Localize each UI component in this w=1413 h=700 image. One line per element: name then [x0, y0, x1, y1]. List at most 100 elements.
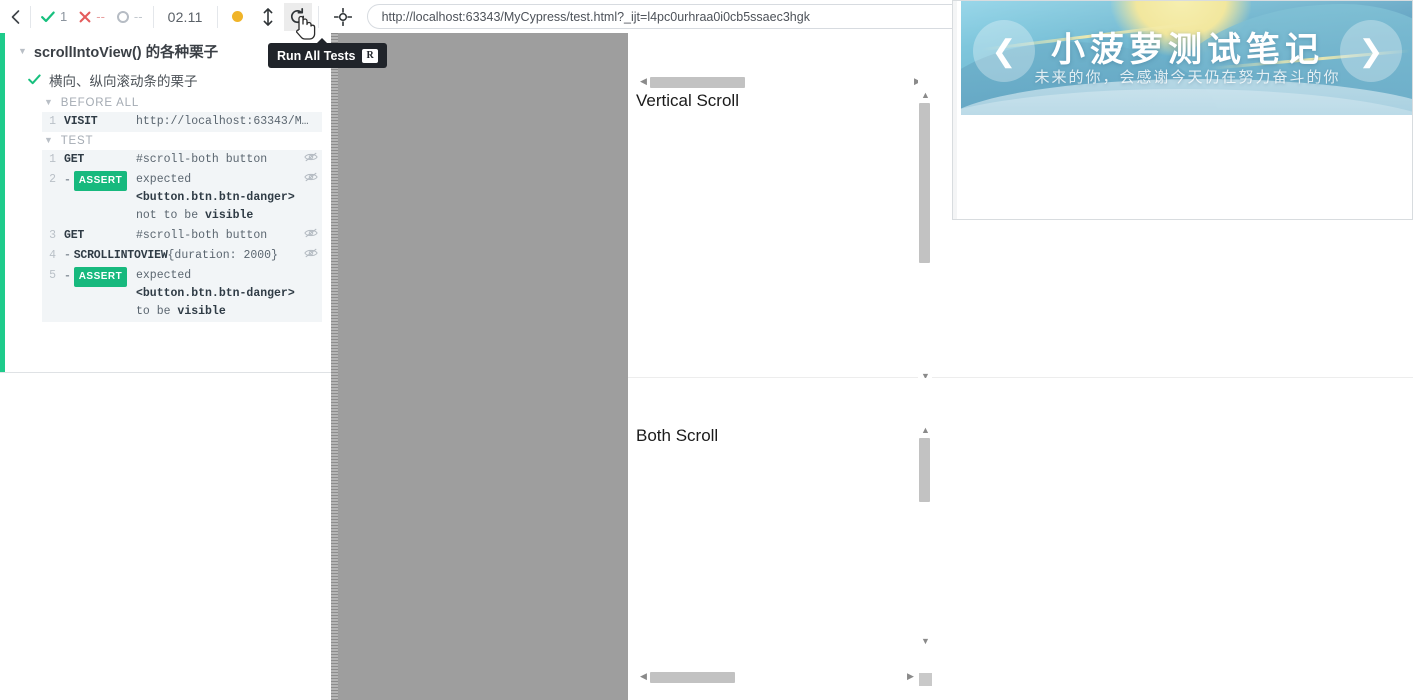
- hook-before-all-text: BEFORE ALL: [60, 97, 140, 109]
- runner-controls: [218, 0, 318, 33]
- chevron-right-icon: ❯: [1358, 34, 1384, 68]
- reload-icon: [291, 8, 305, 24]
- horizontal-scroll-thumb[interactable]: [650, 672, 735, 683]
- test-reporter-panel: ▼ scrollIntoView() 的各种栗子 横向、纵向滚动条的栗子 ▼ B…: [0, 33, 332, 373]
- test-command-list: 1 GET #scroll-both button 2 -ASSERT exp: [42, 150, 322, 322]
- scroll-right-arrow-icon[interactable]: ▶: [906, 672, 915, 681]
- tooltip-label: Run All Tests: [277, 48, 356, 63]
- chevron-down-icon: ▼: [18, 45, 27, 56]
- horizontal-scroll-thumb[interactable]: [650, 77, 745, 88]
- command-name: - SCROLLINTOVIEW: [64, 249, 168, 262]
- carousel-banner: 小菠萝测试笔记 未来的你，会感谢今天仍在努力奋斗的你 ❮ ❯: [961, 1, 1412, 115]
- both-section-horizontal-scrollbar[interactable]: ◀ ▶: [636, 670, 919, 684]
- child-command-dash: -: [64, 270, 71, 283]
- both-section-vertical-scrollbar[interactable]: ▲ ▼: [918, 426, 932, 694]
- command-row[interactable]: 4 - SCROLLINTOVIEW {duration: 2000}: [42, 246, 322, 266]
- command-number: 4: [49, 249, 56, 262]
- command-name: - ASSERT: [64, 267, 136, 287]
- child-command-dash: -: [64, 249, 71, 262]
- auto-scroll-toggle-button[interactable]: [254, 3, 282, 31]
- elapsed-timer: 02.11: [167, 8, 203, 25]
- command-visibility-icon[interactable]: [300, 151, 322, 169]
- suite-status-bar: [0, 33, 5, 372]
- command-number: 3: [49, 229, 56, 242]
- auto-scroll-status-button[interactable]: [224, 3, 252, 31]
- child-command-dash: -: [64, 174, 71, 187]
- chevron-down-icon: ▼: [44, 97, 54, 107]
- vertical-scroll-thumb[interactable]: [919, 103, 930, 263]
- banner-overlay-panel: 小菠萝测试笔记 未来的你，会感谢今天仍在努力奋斗的你 ❮ ❯: [952, 0, 1413, 220]
- arrows-vertical-icon: [263, 7, 272, 26]
- command-row[interactable]: 5 - ASSERT expected <button.btn.btn-dange…: [42, 266, 322, 322]
- vertical-section-vertical-scrollbar[interactable]: ▲ ▼: [918, 71, 932, 381]
- restart-tests-button[interactable]: [283, 2, 312, 31]
- amber-dot-icon: [232, 11, 244, 22]
- test-stats: 1 -- --: [31, 0, 153, 33]
- test-item-title: 横向、纵向滚动条的栗子: [49, 74, 198, 89]
- suite-root-title: scrollIntoView() 的各种栗子: [33, 45, 219, 61]
- scroll-up-arrow-icon[interactable]: ▲: [921, 91, 930, 100]
- command-message: expected <button.btn.btn-danger> not to …: [136, 173, 295, 222]
- stat-pending: --: [116, 9, 143, 24]
- vertical-scroll-thumb[interactable]: [919, 438, 930, 502]
- assert-badge: ASSERT: [73, 171, 128, 191]
- chevron-left-icon: ❮: [991, 34, 1017, 68]
- selector-playground-button[interactable]: [319, 0, 367, 33]
- stat-failed-value: --: [96, 9, 105, 24]
- command-name: - ASSERT: [64, 171, 136, 191]
- hook-label-before-all[interactable]: ▼ BEFORE ALL: [0, 94, 332, 112]
- command-message: {duration: 2000}: [167, 249, 278, 262]
- command-name: GET: [64, 153, 85, 166]
- hook-test-text: TEST: [60, 135, 94, 147]
- panel-left-edge: [953, 1, 957, 219]
- stat-pending-value: --: [133, 9, 143, 24]
- hook-label-test[interactable]: ▼ TEST: [0, 132, 332, 150]
- chevron-left-icon: [11, 9, 19, 24]
- command-visibility-icon[interactable]: [300, 247, 322, 265]
- command-number: 5: [49, 269, 56, 282]
- vertical-section-horizontal-scrollbar[interactable]: ◀ ▶: [636, 75, 926, 89]
- stat-passed-value: 1: [60, 9, 68, 24]
- stat-passed: 1: [41, 9, 67, 24]
- carousel-prev-button[interactable]: ❮: [973, 20, 1035, 82]
- crosshair-target-icon: [333, 7, 352, 26]
- chevron-down-icon: ▼: [44, 135, 54, 145]
- back-to-tests-button[interactable]: [0, 0, 30, 33]
- command-message: #scroll-both button: [136, 153, 268, 166]
- check-icon: [28, 72, 41, 88]
- command-visibility-icon[interactable]: [300, 171, 322, 189]
- before-all-command-list: 1 VISIT http://localhost:63343/M…: [42, 112, 322, 132]
- command-row[interactable]: 1 GET #scroll-both button: [42, 150, 322, 170]
- scroll-left-arrow-icon[interactable]: ◀: [639, 672, 648, 681]
- command-name: GET: [64, 229, 85, 242]
- command-number: 1: [49, 115, 56, 128]
- scroll-left-arrow-icon[interactable]: ◀: [639, 77, 648, 86]
- check-icon: [41, 11, 55, 23]
- cypress-test-runner-window: 1 -- -- 02.11 http://localhost:63343/MyC…: [0, 0, 1413, 700]
- command-row[interactable]: 1 VISIT http://localhost:63343/M…: [42, 112, 322, 132]
- command-number: 2: [49, 173, 56, 186]
- command-number: 1: [49, 153, 56, 166]
- circle-icon: [116, 10, 129, 23]
- url-text: http://localhost:63343/MyCypress/test.ht…: [381, 9, 810, 24]
- command-row[interactable]: 2 - ASSERT expected <button.btn.btn-dange…: [42, 170, 322, 226]
- command-visibility-icon[interactable]: [300, 227, 322, 245]
- carousel-next-button[interactable]: ❯: [1340, 20, 1402, 82]
- times-icon: [79, 11, 91, 23]
- scrollbar-corner-box: [919, 673, 932, 686]
- both-scroll-title: Both Scroll: [636, 426, 719, 445]
- test-item[interactable]: 横向、纵向滚动条的栗子: [0, 66, 332, 94]
- stat-failed: --: [79, 9, 105, 24]
- command-row[interactable]: 3 GET #scroll-both button: [42, 226, 322, 246]
- scroll-down-arrow-icon[interactable]: ▼: [921, 637, 930, 646]
- run-all-tests-tooltip: Run All Tests R: [268, 38, 387, 68]
- command-message: #scroll-both button: [136, 229, 268, 242]
- vertical-scroll-title: Vertical Scroll: [636, 91, 739, 110]
- command-name: VISIT: [64, 115, 98, 128]
- tooltip-shortcut-key: R: [362, 48, 378, 63]
- both-scroll-section: Both Scroll ▲ ▼ ◀ ▶: [628, 378, 1413, 700]
- assert-badge: ASSERT: [73, 267, 128, 287]
- reporter-resize-handle[interactable]: [331, 33, 338, 700]
- scroll-up-arrow-icon[interactable]: ▲: [921, 426, 930, 435]
- command-message: http://localhost:63343/M…: [136, 115, 309, 128]
